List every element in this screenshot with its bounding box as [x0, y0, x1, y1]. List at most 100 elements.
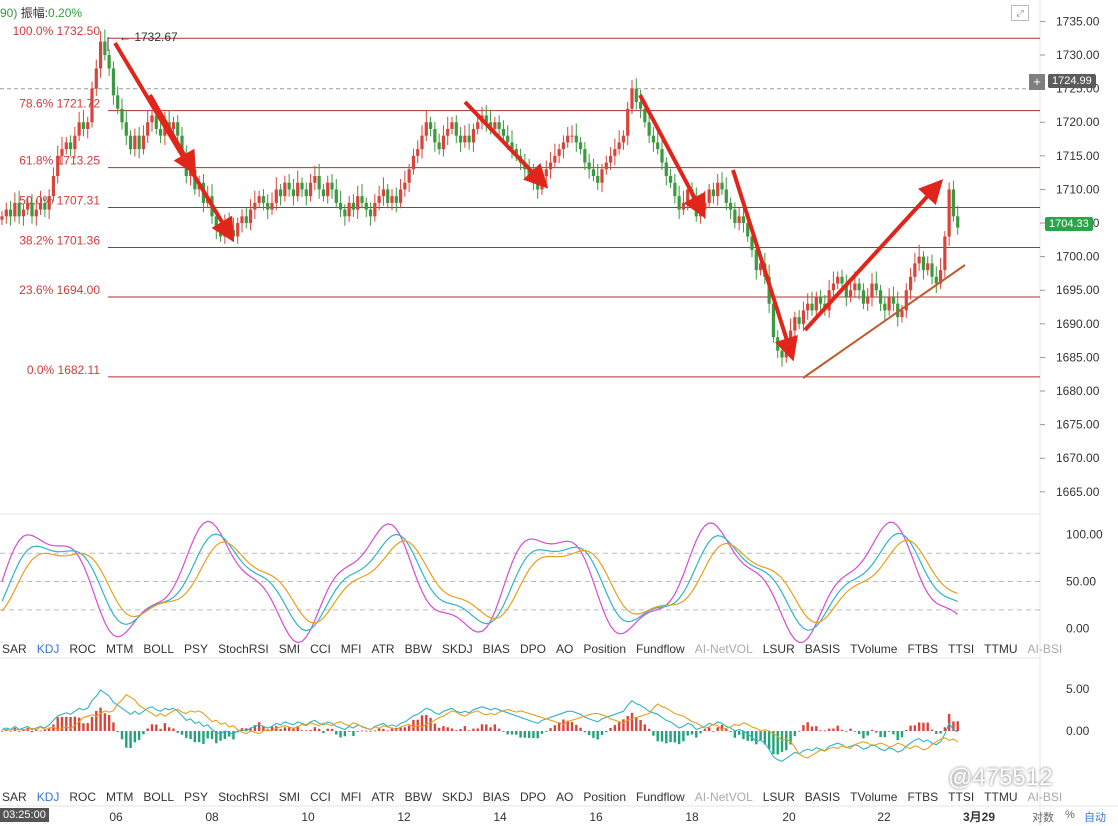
tab-ttmu[interactable]: TTMU [984, 642, 1017, 656]
candle-body [360, 196, 364, 203]
macd-histogram-bar [677, 731, 681, 745]
tab-stochrsi[interactable]: StochRSI [218, 790, 269, 804]
tab-ftbs[interactable]: FTBS [907, 790, 938, 804]
candle-body [450, 122, 454, 129]
annotation-arrow [803, 179, 944, 332]
auto-scale-toggle[interactable]: 自动 [1084, 809, 1106, 825]
tab-mtm[interactable]: MTM [106, 790, 133, 804]
tab-basis[interactable]: BASIS [805, 790, 840, 804]
candle-body [617, 142, 621, 150]
tab-tvolume[interactable]: TVolume [850, 642, 897, 656]
percent-toggle[interactable]: % [1065, 809, 1075, 821]
candle-body [501, 128, 506, 136]
tab-bias[interactable]: BIAS [483, 642, 510, 656]
tab-sar[interactable]: SAR [2, 790, 27, 804]
macd-dif-line [1, 689, 958, 762]
tab-ai-bsi[interactable]: AI-BSI [1027, 790, 1062, 804]
macd-histogram-bar [99, 707, 102, 731]
tab-bbw[interactable]: BBW [405, 642, 432, 656]
candle-body [857, 283, 861, 291]
macd-histogram-bar [480, 724, 484, 731]
tab-skdj[interactable]: SKDJ [442, 642, 473, 656]
tab-smi[interactable]: SMI [279, 790, 300, 804]
candle-body [420, 135, 424, 150]
candle-body [711, 189, 716, 197]
macd-histogram-bar [137, 731, 141, 740]
tab-sar[interactable]: SAR [2, 642, 27, 656]
candle-body [334, 189, 338, 203]
tab-tvolume[interactable]: TVolume [850, 790, 897, 804]
candle-body [416, 149, 420, 156]
kdj-tick-label: 0.00 [1066, 622, 1090, 636]
candle-body [630, 88, 634, 109]
tab-psy[interactable]: PSY [184, 790, 208, 804]
tab-boll[interactable]: BOLL [143, 642, 174, 656]
candle-body [741, 216, 746, 224]
tab-position[interactable]: Position [583, 790, 626, 804]
tab-stochrsi[interactable]: StochRSI [218, 642, 269, 656]
tab-fundflow[interactable]: Fundflow [636, 642, 685, 656]
tab-ttsi[interactable]: TTSI [948, 790, 974, 804]
macd-histogram-bar [857, 731, 861, 735]
tab-cci[interactable]: CCI [310, 790, 331, 804]
tab-ao[interactable]: AO [556, 790, 573, 804]
add-level-button[interactable]: + [1029, 74, 1045, 90]
tab-atr[interactable]: ATR [371, 790, 394, 804]
tab-mfi[interactable]: MFI [341, 642, 362, 656]
candle-body [317, 176, 321, 190]
candle-body [917, 256, 921, 264]
chart-svg[interactable]: 100.0% 1732.50 78.6% 1721.72 61.8% 1713.25… [0, 0, 1118, 826]
tab-dpo[interactable]: DPO [520, 642, 546, 656]
macd-histogram-bar [810, 726, 814, 731]
candle-body [17, 202, 21, 217]
tab-roc[interactable]: ROC [69, 642, 96, 656]
candle-body [831, 283, 836, 291]
x-tick-label: 22 [877, 810, 891, 824]
tab-mfi[interactable]: MFI [341, 790, 362, 804]
tab-lsur[interactable]: LSUR [763, 642, 795, 656]
candle-body [351, 202, 356, 210]
tab-mtm[interactable]: MTM [106, 642, 133, 656]
candle-body [638, 102, 643, 109]
tab-roc[interactable]: ROC [69, 790, 96, 804]
tab-psy[interactable]: PSY [184, 642, 208, 656]
tab-ttsi[interactable]: TTSI [948, 642, 974, 656]
tab-kdj[interactable]: KDJ [37, 790, 60, 804]
macd-histogram-bar [905, 729, 908, 731]
tab-lsur[interactable]: LSUR [763, 790, 795, 804]
candle-body [266, 202, 270, 210]
log-scale-toggle[interactable]: 对数 [1032, 809, 1054, 825]
tab-kdj[interactable]: KDJ [37, 642, 60, 656]
macd-histogram-bar [767, 731, 771, 750]
macd-histogram-bar [515, 731, 518, 735]
tab-position[interactable]: Position [583, 642, 626, 656]
tab-ai-bsi[interactable]: AI-BSI [1027, 642, 1062, 656]
y-tick-label: 1665.00 [1056, 485, 1100, 499]
candle-body [141, 135, 146, 150]
tab-boll[interactable]: BOLL [143, 790, 174, 804]
tab-ftbs[interactable]: FTBS [907, 642, 938, 656]
candle-body [441, 135, 446, 150]
tab-basis[interactable]: BASIS [805, 642, 840, 656]
macd-histogram-bar [365, 730, 368, 732]
candle-body [476, 122, 480, 129]
tab-bias[interactable]: BIAS [483, 790, 510, 804]
tab-smi[interactable]: SMI [279, 642, 300, 656]
macd-histogram-bar [455, 730, 458, 731]
candle-body [343, 209, 347, 217]
tab-bbw[interactable]: BBW [405, 790, 432, 804]
expand-icon[interactable]: ⤢ [1011, 5, 1029, 21]
tab-atr[interactable]: ATR [371, 642, 394, 656]
tab-dpo[interactable]: DPO [520, 790, 546, 804]
kdj-tick-label: 50.00 [1066, 575, 1096, 589]
macd-histogram-bar [815, 726, 818, 731]
tab-ai-netvol[interactable]: AI-NetVOL [695, 642, 753, 656]
tab-ttmu[interactable]: TTMU [984, 790, 1017, 804]
tab-fundflow[interactable]: Fundflow [636, 790, 685, 804]
candle-body [446, 128, 450, 136]
tab-skdj[interactable]: SKDJ [442, 790, 473, 804]
tab-cci[interactable]: CCI [310, 642, 331, 656]
tab-ai-netvol[interactable]: AI-NetVOL [695, 790, 753, 804]
macd-histogram-bar [330, 728, 334, 731]
tab-ao[interactable]: AO [556, 642, 573, 656]
